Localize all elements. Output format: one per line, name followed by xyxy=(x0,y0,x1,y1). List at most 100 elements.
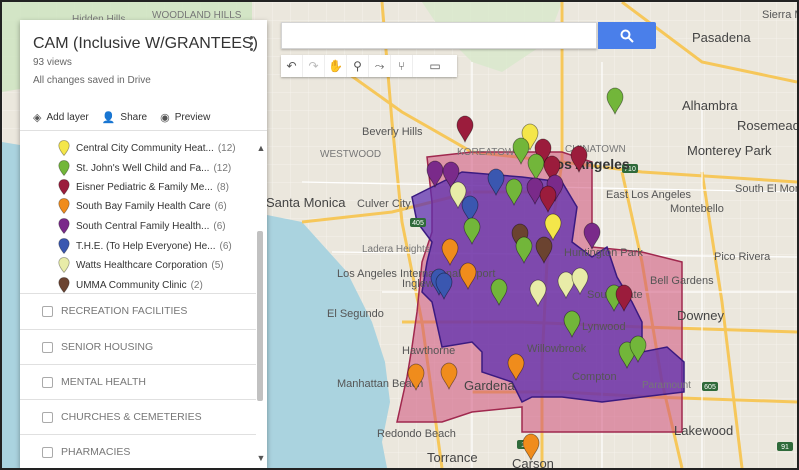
chevron-down-icon[interactable]: ▼ xyxy=(256,453,266,463)
place-label: Monterey Park xyxy=(687,143,772,158)
place-label: Pasadena xyxy=(692,30,751,45)
highway-shield: 405 xyxy=(412,220,424,227)
layer-checkbox[interactable] xyxy=(42,446,53,458)
place-label: Downey xyxy=(677,308,724,323)
legend-count: (12) xyxy=(217,142,236,154)
route-icon[interactable]: ⑂ xyxy=(391,55,413,77)
place-label: Sierra Ma xyxy=(762,9,797,21)
map-pin-icon xyxy=(58,238,70,254)
legend-label: Eisner Pediatric & Family Me... xyxy=(76,181,213,193)
layer-senior-housing[interactable]: SENIOR HOUSING xyxy=(20,329,256,364)
place-label: South El Monte xyxy=(735,183,797,195)
legend-count: (8) xyxy=(216,181,229,193)
layer-churches-cemeteries[interactable]: CHURCHES & CEMETERIES xyxy=(20,399,256,434)
layer-pharmacies[interactable]: PHARMACIES xyxy=(20,434,256,468)
place-label: Bell Gardens xyxy=(650,275,714,287)
ruler-icon[interactable]: ▭ xyxy=(413,55,457,77)
place-label: Rosemead xyxy=(737,118,797,133)
place-label: Gardena xyxy=(464,378,515,393)
map-app-window: 710 405 10 605 91 Hidden Hills WOODLAND … xyxy=(0,0,799,470)
legend-count: (5) xyxy=(211,259,224,271)
legend-item[interactable]: Watts Healthcare Corporation (5) xyxy=(58,256,224,274)
place-label: Pico Rivera xyxy=(714,251,771,263)
place-label: WESTWOOD xyxy=(320,149,381,160)
layer-mental-health[interactable]: MENTAL HEALTH xyxy=(20,364,256,399)
place-label: Lynwood xyxy=(582,321,626,333)
place-label: Redondo Beach xyxy=(377,428,456,440)
layers-icon: ◈ xyxy=(33,112,42,124)
place-label: Santa Monica xyxy=(266,195,346,210)
place-label: Torrance xyxy=(427,450,478,465)
share-button[interactable]: 👤 Share xyxy=(102,111,147,124)
more-options-icon[interactable] xyxy=(246,34,256,52)
legend-item[interactable]: T.H.E. (To Help Everyone) He... (6) xyxy=(58,237,232,255)
panel-scrollbar[interactable] xyxy=(256,131,264,468)
add-layer-button[interactable]: ◈ Add layer xyxy=(33,111,89,124)
legend-label: South Bay Family Health Care xyxy=(76,200,211,212)
layer-legend: Central City Community Heat... (12) St. Jo… xyxy=(20,131,267,301)
place-label: Beverly Hills xyxy=(362,126,423,138)
legend-count: (6) xyxy=(213,220,226,232)
legend-item[interactable]: South Bay Family Health Care (6) xyxy=(58,197,227,215)
preview-button[interactable]: ◉ Preview xyxy=(160,111,210,124)
map-pin-icon xyxy=(58,140,70,156)
legend-item[interactable]: Eisner Pediatric & Family Me... (8) xyxy=(58,178,229,196)
undo-icon[interactable]: ↶ xyxy=(281,55,303,77)
legend-label: T.H.E. (To Help Everyone) He... xyxy=(76,240,216,252)
place-label: Montebello xyxy=(670,203,724,215)
place-label: Hawthorne xyxy=(402,345,455,357)
layer-checkbox[interactable] xyxy=(42,411,53,423)
legend-item[interactable]: St. John's Well Child and Fa... (12) xyxy=(58,159,231,177)
place-label: KOREATOWN xyxy=(457,147,522,158)
map-pin-icon xyxy=(58,198,70,214)
chevron-up-icon[interactable]: ▲ xyxy=(256,143,266,153)
place-label: Compton xyxy=(572,371,617,383)
place-label: Alhambra xyxy=(682,98,738,113)
legend-label: South Central Family Health... xyxy=(76,220,210,232)
legend-item[interactable]: UMMA Community Clinic (2) xyxy=(58,276,203,294)
layer-name: MENTAL HEALTH xyxy=(61,376,146,388)
layer-checkbox[interactable] xyxy=(42,376,53,388)
view-count: 93 views xyxy=(33,57,72,68)
legend-label: St. John's Well Child and Fa... xyxy=(76,162,210,174)
legend-count: (12) xyxy=(213,162,232,174)
map-pin-icon xyxy=(58,277,70,293)
redo-icon[interactable]: ↷ xyxy=(303,55,325,77)
place-label: Lakewood xyxy=(674,423,733,438)
search-button[interactable] xyxy=(598,22,656,49)
share-label: Share xyxy=(120,112,148,123)
place-label: Willowbrook xyxy=(527,343,587,355)
place-label: El Segundo xyxy=(327,308,384,320)
legend-item[interactable]: Central City Community Heat... (12) xyxy=(58,139,236,157)
line-icon[interactable]: ⤳ xyxy=(369,55,391,77)
layer-checkbox[interactable] xyxy=(42,341,53,353)
legend-label: Watts Healthcare Corporation xyxy=(76,259,208,271)
map-title[interactable]: CAM (Inclusive W/GRANTEES) xyxy=(33,35,258,53)
layer-name: RECREATION FACILITIES xyxy=(61,305,188,317)
layer-name: SENIOR HOUSING xyxy=(61,341,154,353)
legend-label: Central City Community Heat... xyxy=(76,142,214,154)
place-label: Huntington Park xyxy=(564,247,643,259)
add-person-icon: 👤 xyxy=(101,112,116,124)
legend-item[interactable]: South Central Family Health... (6) xyxy=(58,217,226,235)
add-layer-label: Add layer xyxy=(46,112,89,123)
layer-recreation-facilities[interactable]: RECREATION FACILITIES xyxy=(20,293,256,328)
legend-count: (6) xyxy=(214,200,227,212)
place-label: Paramount xyxy=(642,380,691,391)
map-pin-icon xyxy=(58,218,70,234)
legend-count: (2) xyxy=(190,279,203,291)
place-label: Ladera Heights xyxy=(362,244,430,255)
place-label: Carson xyxy=(512,456,554,468)
marker-icon[interactable]: ⚲ xyxy=(347,55,369,77)
panel-actions: ◈ Add layer 👤 Share ◉ Preview xyxy=(20,105,267,131)
place-label: East Los Angeles xyxy=(606,189,692,201)
place-label: Culver City xyxy=(357,198,411,210)
layer-checkbox[interactable] xyxy=(42,305,53,317)
map-toolbar: ↶ ↷ ✋ ⚲ ⤳ ⑂ ▭ xyxy=(281,55,457,77)
map-legend-panel: CAM (Inclusive W/GRANTEES) 93 views All … xyxy=(20,20,267,468)
map-pin-icon xyxy=(58,257,70,273)
hand-icon[interactable]: ✋ xyxy=(325,55,347,77)
map-pin-icon xyxy=(58,179,70,195)
layer-name: PHARMACIES xyxy=(61,446,131,458)
search-input[interactable] xyxy=(281,22,597,49)
